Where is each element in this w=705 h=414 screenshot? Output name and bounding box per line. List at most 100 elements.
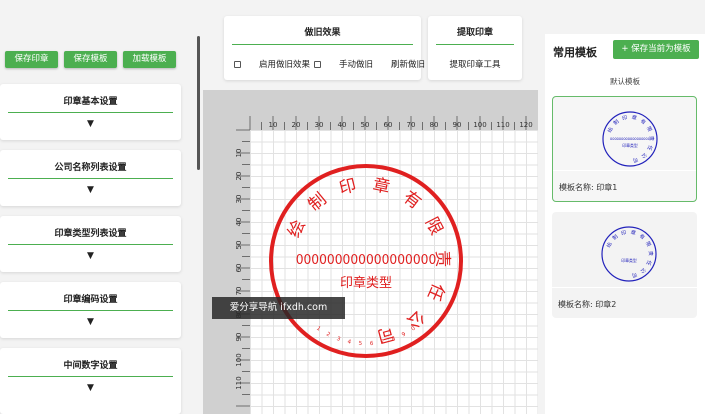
expand-arrow-icon[interactable]: ▼: [0, 383, 181, 393]
ruler-label: 80: [430, 121, 439, 129]
seal-company-char: 印: [621, 114, 628, 122]
aging-title: 做旧效果: [304, 28, 341, 38]
section-title: 公司名称列表设置: [54, 163, 127, 173]
seal-number: 000000000000000000: [296, 253, 437, 268]
seal-company-char: 任: [646, 144, 654, 152]
ruler-label: 50: [361, 121, 370, 129]
refresh-aging-button[interactable]: 刷新做旧: [391, 58, 425, 70]
ruler-label: 20: [235, 172, 243, 181]
expand-arrow-icon[interactable]: ▼: [0, 251, 181, 261]
seal-company-char: 绘: [606, 126, 615, 134]
section-type-list[interactable]: 印章类型列表设置 ▼: [0, 216, 181, 272]
divider: [232, 44, 413, 45]
template-name: 模板名称: 印章1: [559, 183, 618, 192]
seal-type-text: 印章类型: [622, 143, 638, 148]
seal-code-char: 5: [358, 341, 362, 347]
template-thumbnail: 绘制印章有限责任公司000000000000000000印章类型: [602, 111, 658, 167]
seal-company-char: 印: [620, 229, 627, 237]
seal-company-char: 章: [630, 229, 636, 237]
ruler-label: 60: [235, 264, 243, 273]
section-number-settings[interactable]: 中间数字设置 ▼: [0, 348, 181, 414]
divider: [8, 244, 173, 245]
seal-company-char: 制: [305, 189, 331, 215]
ruler-label: 30: [235, 195, 243, 204]
default-templates-label: 默认模板: [610, 77, 640, 86]
template-name: 模板名称: 印章2: [558, 300, 617, 309]
seal-company-char: 公: [402, 306, 428, 332]
aging-options: 启用做旧效果 手动做旧 刷新做旧: [234, 58, 425, 70]
seal-company-char: 司: [631, 271, 637, 278]
divider: [8, 178, 173, 179]
ruler-label: 110: [235, 376, 243, 389]
ruler-label: 10: [269, 121, 278, 129]
divider: [8, 310, 173, 311]
seal-company-char: 限: [645, 125, 654, 133]
seal-company-char: 制: [612, 118, 620, 127]
seal-drawing[interactable]: 1020304050607080901001101201301020304050…: [203, 90, 538, 414]
seal-company-char: 任: [423, 280, 448, 304]
seal-code-char: 6: [370, 341, 374, 347]
ruler-label: 100: [473, 121, 486, 129]
section-title: 印章基本设置: [63, 97, 118, 107]
toolbar: 保存印章 保存模板 加载模板: [5, 51, 176, 68]
seal-code-char: 4: [347, 339, 352, 346]
manual-aging-label: 手动做旧: [339, 60, 374, 70]
enable-aging-label: 启用做旧效果: [259, 60, 311, 70]
templates-panel: 常用模板 + 保存当前为模板 默认模板 绘制印章有限责任公司 0000000000…: [545, 34, 705, 414]
seal-company-char: 公: [639, 266, 647, 274]
seal-type-text: 印章类型: [621, 258, 637, 263]
save-seal-button[interactable]: 保存印章: [5, 51, 58, 68]
section-title: 中间数字设置: [63, 361, 118, 371]
extract-title: 提取印章: [456, 28, 493, 38]
extract-tool-button[interactable]: 提取印章工具: [428, 58, 522, 70]
save-as-template-button[interactable]: + 保存当前为模板: [613, 40, 699, 59]
template-card-1[interactable]: 绘制印章有限责任公司 000000000000000000 印章类型 模板名称: 印…: [552, 96, 697, 202]
save-template-button[interactable]: 保存模板: [64, 51, 117, 68]
seal-company-char: 印: [337, 175, 358, 198]
manual-aging-checkbox[interactable]: [314, 60, 322, 68]
template-card-2[interactable]: 绘制印章有限责任公司 印章类型 模板名称: 印章2: [552, 212, 697, 318]
seal-company-char: 绘: [284, 217, 309, 241]
seal-company-char: 公: [640, 151, 648, 159]
enable-aging-checkbox[interactable]: [234, 60, 241, 68]
expand-arrow-icon[interactable]: ▼: [0, 185, 181, 195]
template-thumbnail: 绘制印章有限责任公司 印章类型: [601, 226, 657, 282]
ruler-label: 110: [496, 121, 509, 129]
ruler-label: 120: [519, 121, 532, 129]
seal-company-char: 有: [399, 187, 425, 213]
load-template-button[interactable]: 加载模板: [123, 51, 176, 68]
seal-company-char: 责: [647, 251, 654, 256]
seal-code-char: 9: [401, 331, 407, 338]
expand-arrow-icon[interactable]: ▼: [0, 119, 181, 129]
ruler-label: 50: [235, 241, 243, 250]
extract-panel: 提取印章 提取印章工具: [428, 16, 522, 80]
ruler-label: 70: [235, 287, 243, 296]
seal-number: 000000000000000000: [610, 136, 650, 141]
expand-arrow-icon[interactable]: ▼: [0, 317, 181, 327]
ruler-label: 60: [384, 121, 393, 129]
ruler-label: 40: [235, 218, 243, 227]
divider: [8, 376, 173, 377]
seal-company-char: 限: [644, 240, 653, 248]
section-code-settings[interactable]: 印章编码设置 ▼: [0, 282, 181, 338]
ruler-label: 90: [235, 333, 243, 342]
aging-panel: 做旧效果 启用做旧效果 手动做旧 刷新做旧: [224, 16, 425, 80]
seal-company-char: 章: [371, 175, 392, 198]
section-title: 印章编码设置: [63, 295, 118, 305]
section-basic-settings[interactable]: 印章基本设置 ▼: [0, 84, 181, 140]
ruler-label: 20: [292, 121, 301, 129]
seal-company-char: 限: [421, 214, 447, 238]
seal-canvas[interactable]: 1020304050607080901001101201301020304050…: [203, 90, 538, 414]
templates-title: 常用模板: [553, 46, 597, 59]
watermark-badge: 爱分享导航 ifxdh.com: [212, 297, 345, 319]
ruler-label: 100: [235, 353, 243, 366]
seal-company-char: 任: [645, 259, 653, 267]
seal-company-char: 有: [639, 117, 647, 126]
section-company-list[interactable]: 公司名称列表设置 ▼: [0, 150, 181, 206]
ruler-label: 10: [235, 149, 243, 158]
divider: [8, 112, 173, 113]
left-scrollbar[interactable]: [197, 36, 200, 170]
seal-type-text: 印章类型: [340, 275, 392, 291]
seal-code-char: 2: [325, 331, 331, 338]
seal-company-char: 制: [611, 233, 619, 242]
